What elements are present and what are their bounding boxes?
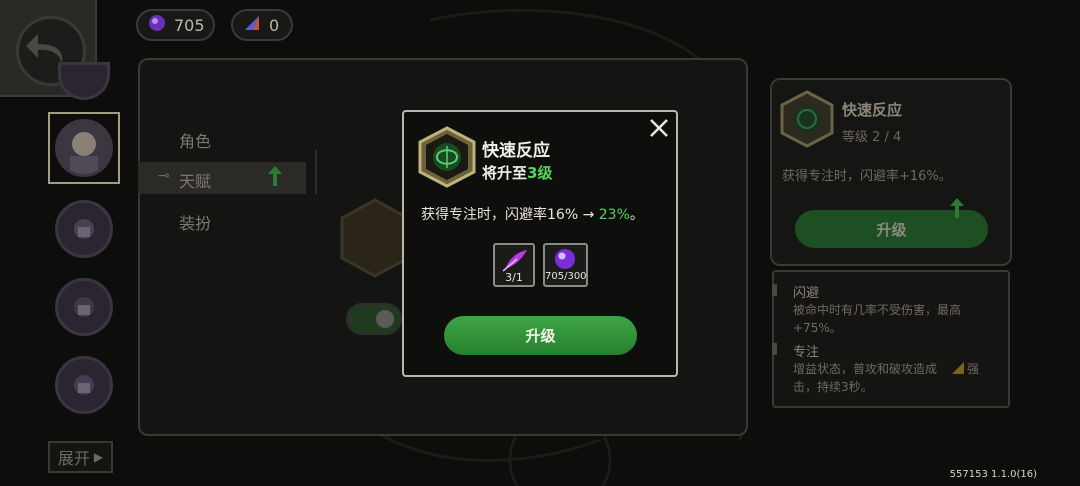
talent-hex-icon	[340, 198, 410, 282]
glossary-desc-dodge: 被命中时有几率不受伤害，最高+75%。	[793, 303, 962, 335]
character-avatar	[55, 119, 113, 177]
expand-label: 展开	[57, 449, 90, 468]
play-triangle-icon: ▶	[93, 450, 104, 464]
expand-button[interactable]: 展开 ▶	[48, 441, 113, 473]
upgrade-arrow-icon	[268, 166, 282, 190]
upgrade-to-level: 3级	[527, 164, 553, 182]
menu-item-character[interactable]: 角色	[179, 128, 211, 152]
purple-orb-icon	[555, 249, 575, 269]
purple-gem-icon	[148, 14, 166, 36]
glossary-term-dodge: 闪避	[793, 286, 820, 301]
shard-count: 0	[269, 15, 280, 35]
effect-new-value: 23%	[598, 207, 630, 223]
modal-upgrade-target: 将升至3级	[482, 162, 552, 183]
key-icon: ⊸	[158, 168, 170, 184]
brain-skill-icon	[418, 126, 476, 192]
selected-avatar-frame[interactable]	[48, 112, 120, 184]
divider	[315, 150, 317, 194]
glossary-marker	[772, 343, 777, 355]
effect-suffix: 。	[629, 207, 644, 223]
gem-counter[interactable]: 705	[136, 9, 215, 41]
upgrade-button[interactable]: 升级	[444, 316, 637, 355]
side-skill-name: 快速反应	[842, 101, 903, 119]
effect-prefix: 获得专注时，闪避率16% →	[421, 207, 599, 223]
modal-skill-name: 快速反应	[482, 141, 550, 161]
modal-effect-description: 获得专注时，闪避率16% → 23%。	[421, 204, 644, 224]
cost-item-feather: 3/1	[493, 243, 535, 287]
close-icon[interactable]	[648, 117, 670, 139]
upgrade-to-prefix: 将升至	[482, 164, 528, 182]
cost-count-orb: 705/300	[545, 271, 587, 282]
glossary-desc-focus-cont: 强击，持续3秒。	[793, 362, 980, 394]
glossary-term-focus: 专注	[793, 345, 820, 360]
locked-character-avatar[interactable]	[55, 356, 113, 414]
glossary-marker	[772, 284, 777, 296]
locked-character-avatar[interactable]	[55, 278, 113, 336]
menu-item-costume[interactable]: 装扮	[179, 210, 211, 234]
locked-character-avatar[interactable]	[55, 200, 113, 258]
cost-count-feather: 3/1	[505, 271, 523, 284]
shard-icon	[243, 14, 261, 36]
feather-icon	[502, 250, 527, 272]
cost-item-orb: 705/300	[543, 243, 588, 287]
brain-skill-icon	[780, 90, 834, 152]
shard-counter[interactable]: 0	[231, 9, 293, 41]
toggle-switch[interactable]	[346, 303, 402, 335]
gem-count: 705	[174, 15, 205, 35]
upgrade-arrow-icon	[950, 198, 964, 222]
menu-item-talent[interactable]: 天赋	[179, 168, 211, 192]
version-label: 557153 1.1.0(16)	[949, 469, 1037, 480]
side-skill-effect: 获得专注时，闪避率+16%。	[782, 169, 952, 184]
side-skill-level: 等级 2 / 4	[842, 130, 902, 145]
